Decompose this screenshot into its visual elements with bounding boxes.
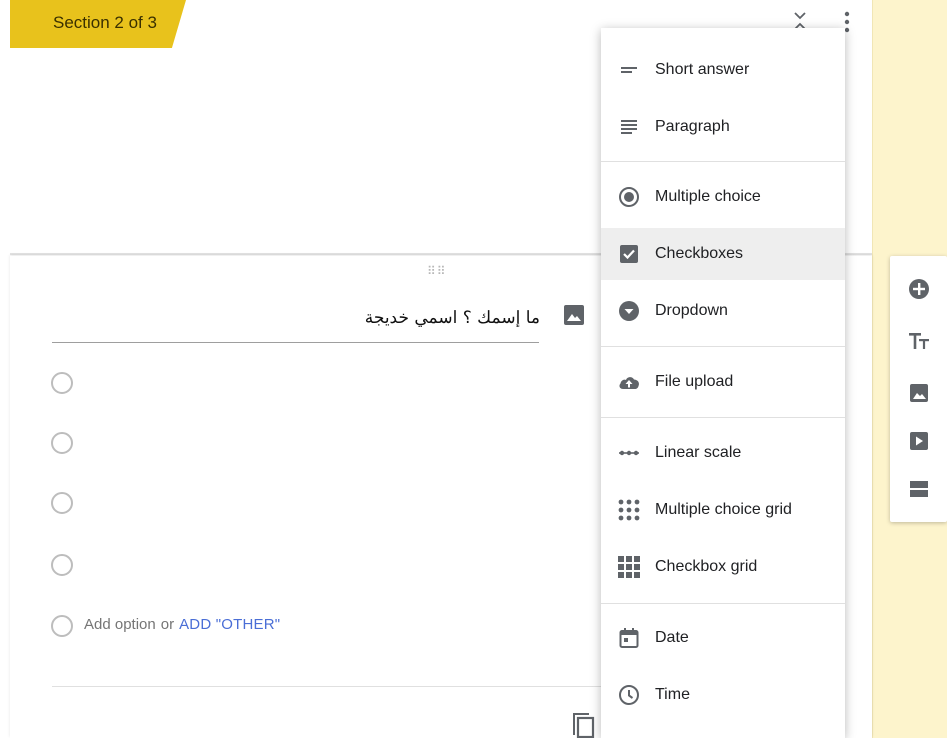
or-label: or <box>160 616 175 633</box>
menu-item-label: Short answer <box>655 61 750 78</box>
menu-item-dropdown[interactable]: Dropdown <box>601 285 845 337</box>
menu-item-label: Linear scale <box>655 444 742 461</box>
add-video-icon[interactable] <box>906 428 932 454</box>
menu-item-multiple-choice[interactable]: Multiple choice <box>601 171 845 223</box>
question-title-underline <box>52 342 539 343</box>
menu-item-label: Checkbox grid <box>655 558 758 575</box>
add-image-icon[interactable] <box>563 304 585 326</box>
square-grid-icon <box>618 556 640 578</box>
dot-grid-icon <box>618 499 640 521</box>
menu-item-label: Checkboxes <box>655 245 744 262</box>
paragraph-icon <box>621 120 637 134</box>
short-answer-icon <box>621 67 637 73</box>
question-title[interactable]: ما إسمك ؟ اسمي خديجة <box>255 308 540 328</box>
menu-item-label: Date <box>655 629 689 646</box>
add-image-icon[interactable] <box>906 380 932 406</box>
menu-item-label: Paragraph <box>655 118 730 135</box>
menu-item-label: Dropdown <box>655 302 728 319</box>
menu-item-label: File upload <box>655 373 734 390</box>
option-radio[interactable] <box>51 554 73 576</box>
option-radio[interactable] <box>51 372 73 394</box>
menu-divider <box>601 417 845 418</box>
menu-item-multiple-choice-grid[interactable]: Multiple choice grid <box>601 484 845 536</box>
option-radio[interactable] <box>51 492 73 514</box>
calendar-icon <box>619 628 639 648</box>
menu-item-checkboxes[interactable]: Checkboxes <box>601 228 845 280</box>
section-tab: Section 2 of 3 <box>10 0 186 48</box>
card-footer-divider <box>52 686 612 687</box>
menu-divider <box>601 161 845 162</box>
add-section-icon[interactable] <box>906 476 932 502</box>
linear-scale-icon <box>619 450 639 456</box>
menu-item-time[interactable]: Time <box>601 669 845 721</box>
add-option-row: Add option or ADD "OTHER" <box>84 616 280 633</box>
menu-item-linear-scale[interactable]: Linear scale <box>601 427 845 479</box>
add-other-button[interactable]: ADD "OTHER" <box>179 616 280 633</box>
menu-item-checkbox-grid[interactable]: Checkbox grid <box>601 541 845 593</box>
menu-item-file-upload[interactable]: File upload <box>601 356 845 408</box>
section-label: Section 2 of 3 <box>53 13 157 32</box>
menu-divider <box>601 603 845 604</box>
option-radio[interactable] <box>51 432 73 454</box>
dropdown-icon <box>619 301 639 321</box>
drag-handle-icon[interactable]: ⠿⠿ <box>427 264 447 278</box>
menu-item-paragraph[interactable]: Paragraph <box>601 101 845 153</box>
title-text-icon[interactable] <box>906 328 932 354</box>
duplicate-icon[interactable] <box>571 709 595 738</box>
menu-item-label: Multiple choice grid <box>655 501 792 518</box>
menu-item-date[interactable]: Date <box>601 612 845 664</box>
question-type-menu: Short answer Paragraph Multiple choice C… <box>601 28 845 738</box>
add-option-button[interactable]: Add option <box>84 616 156 633</box>
menu-item-label: Multiple choice <box>655 188 761 205</box>
menu-item-label: Time <box>655 686 690 703</box>
floating-toolbar <box>890 256 947 522</box>
add-option-radio <box>51 615 73 637</box>
clock-icon <box>619 685 639 705</box>
menu-divider <box>601 346 845 347</box>
checkbox-icon <box>620 245 638 263</box>
add-question-icon[interactable] <box>906 276 932 302</box>
cloud-upload-icon <box>619 377 639 389</box>
radio-button-icon <box>619 187 639 207</box>
menu-item-short-answer[interactable]: Short answer <box>601 44 845 96</box>
